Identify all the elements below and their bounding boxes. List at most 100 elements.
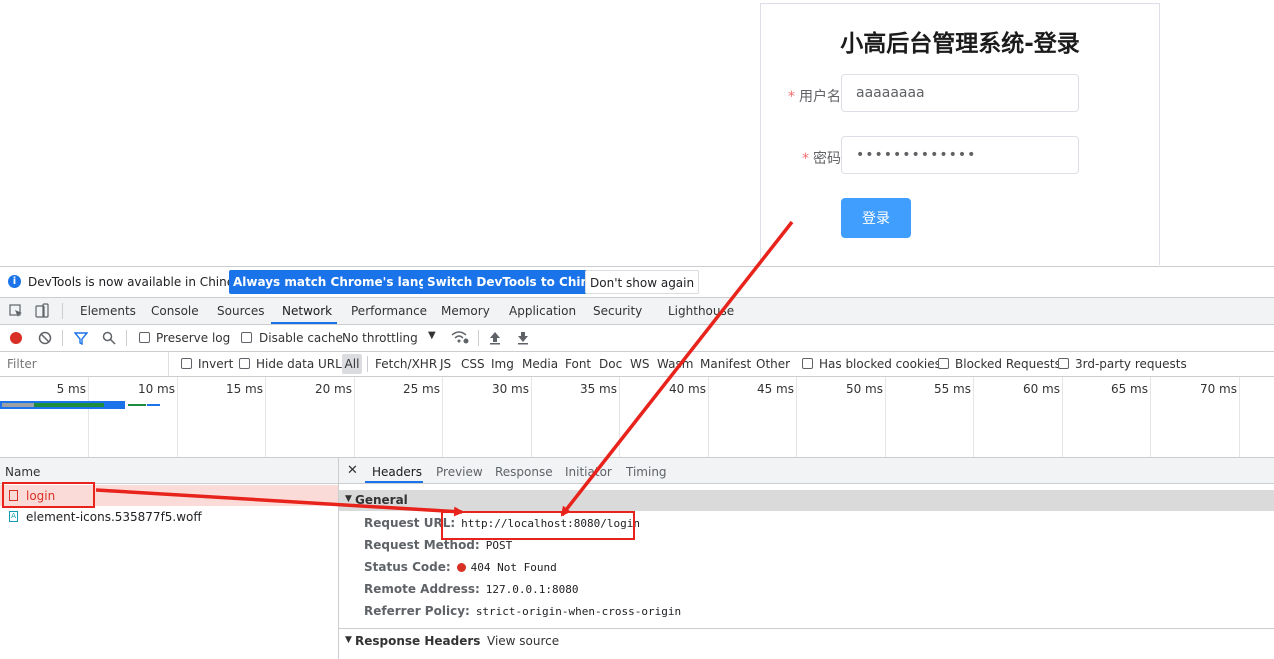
timeline-gridline: [796, 377, 797, 457]
password-label: * 密码: [771, 148, 841, 168]
details-tab-timing[interactable]: Timing: [626, 465, 667, 479]
response-headers-title: Response Headers: [355, 634, 481, 648]
timeline-request-bar: [34, 403, 104, 407]
request-row-font[interactable]: A element-icons.535877f5.woff: [0, 506, 338, 527]
timeline-tick-label: 5 ms: [56, 382, 86, 396]
details-tab-preview[interactable]: Preview: [436, 465, 483, 479]
type-filter-img[interactable]: Img: [491, 357, 514, 371]
tab-sources[interactable]: Sources: [217, 304, 264, 318]
type-filter-ws[interactable]: WS: [630, 357, 649, 371]
tab-console[interactable]: Console: [151, 304, 199, 318]
timeline-overview[interactable]: 5 ms 10 ms 15 ms 20 ms 25 ms 30 ms 35 ms…: [0, 377, 1274, 458]
timeline-tick-label: 20 ms: [314, 382, 352, 396]
tab-performance[interactable]: Performance: [351, 304, 427, 318]
timeline-request-bar: [147, 404, 160, 406]
type-filter-js[interactable]: JS: [440, 357, 451, 371]
type-filter-fetch-xhr[interactable]: Fetch/XHR: [375, 357, 437, 371]
general-section-title: General: [355, 493, 408, 507]
login-card: 小高后台管理系统-登录 * 用户名 aaaaaaaa * 密码 ••••••••••…: [760, 3, 1160, 265]
clear-icon[interactable]: [38, 331, 52, 345]
timeline-tick-label: 40 ms: [668, 382, 706, 396]
active-tab-indicator: [365, 481, 423, 483]
triangle-down-icon: ▼: [345, 635, 352, 645]
type-filter-manifest[interactable]: Manifest: [700, 357, 751, 371]
header-key: Status Code:: [364, 560, 451, 574]
third-party-checkbox[interactable]: [1058, 358, 1069, 369]
annotation-box-login-request: [2, 482, 95, 508]
login-title: 小高后台管理系统-登录: [840, 31, 1080, 57]
type-filter-doc[interactable]: Doc: [599, 357, 622, 371]
details-tabbar: ✕ Headers Preview Response Initiator Tim…: [339, 458, 1274, 484]
tab-memory[interactable]: Memory: [441, 304, 490, 318]
tab-lighthouse[interactable]: Lighthouse: [668, 304, 734, 318]
request-name: element-icons.535877f5.woff: [26, 510, 202, 524]
record-icon[interactable]: [10, 332, 22, 344]
tab-network[interactable]: Network: [282, 304, 332, 318]
device-toolbar-icon[interactable]: [34, 303, 50, 319]
required-mark: *: [802, 151, 809, 167]
hide-data-urls-checkbox[interactable]: [239, 358, 250, 369]
timeline-tick-label: 65 ms: [1110, 382, 1148, 396]
blocked-cookies-label: Has blocked cookies: [819, 357, 941, 371]
details-tab-headers[interactable]: Headers: [372, 465, 422, 479]
header-value: strict-origin-when-cross-origin: [475, 605, 682, 618]
disable-cache-label: Disable cache: [259, 331, 343, 345]
chevron-down-icon[interactable]: ▼: [428, 330, 436, 341]
general-row-status-code: Status Code: 404 Not Found: [364, 560, 557, 574]
info-icon: i: [8, 275, 21, 288]
type-filter-font[interactable]: Font: [565, 357, 591, 371]
preserve-log-checkbox[interactable]: [139, 332, 150, 343]
tab-security[interactable]: Security: [593, 304, 642, 318]
timeline-gridline: [88, 377, 89, 457]
timeline-gridline: [708, 377, 709, 457]
response-headers-section-header[interactable]: ▼ Response Headers View source: [339, 628, 1274, 650]
timeline-gridline: [531, 377, 532, 457]
network-toolbar: Preserve log Disable cache No throttling…: [0, 325, 1274, 352]
type-filter-wasm[interactable]: Wasm: [657, 357, 693, 371]
timeline-tick-label: 30 ms: [491, 382, 529, 396]
timeline-gridline: [1239, 377, 1240, 457]
type-filter-other[interactable]: Other: [756, 357, 790, 371]
blocked-requests-checkbox[interactable]: [938, 358, 949, 369]
username-input[interactable]: aaaaaaaa: [841, 74, 1079, 112]
status-error-icon: [456, 563, 466, 572]
search-icon[interactable]: [102, 331, 116, 345]
tab-elements[interactable]: Elements: [80, 304, 136, 318]
general-row-referrer-policy: Referrer Policy: strict-origin-when-cross…: [364, 604, 681, 618]
divider: [62, 303, 63, 319]
blocked-cookies-checkbox[interactable]: [802, 358, 813, 369]
filter-input[interactable]: Filter: [0, 352, 169, 376]
download-icon[interactable]: [517, 331, 529, 345]
general-section-header[interactable]: ▼ General: [339, 490, 1274, 511]
third-party-label: 3rd-party requests: [1075, 357, 1187, 371]
timeline-tick-label: 45 ms: [756, 382, 794, 396]
details-tab-initiator[interactable]: Initiator: [565, 465, 612, 479]
request-list-header[interactable]: Name: [0, 458, 338, 484]
timeline-gridline: [973, 377, 974, 457]
timeline-gridline: [1062, 377, 1063, 457]
annotation-box-request-url: [441, 511, 635, 540]
details-tab-response[interactable]: Response: [495, 465, 553, 479]
login-button[interactable]: 登录: [841, 198, 911, 238]
type-filter-media[interactable]: Media: [522, 357, 558, 371]
throttling-select[interactable]: No throttling: [342, 331, 418, 345]
general-row-request-method: Request Method: POST: [364, 538, 512, 552]
inspect-element-icon[interactable]: [9, 304, 23, 318]
name-column-header[interactable]: Name: [5, 465, 40, 479]
network-conditions-icon[interactable]: [451, 330, 469, 344]
type-filter-css[interactable]: CSS: [461, 357, 485, 371]
request-details: ✕ Headers Preview Response Initiator Tim…: [339, 458, 1274, 659]
view-source-link[interactable]: View source: [487, 634, 559, 648]
timeline-gridline: [442, 377, 443, 457]
dont-show-again-button[interactable]: Don't show again: [585, 270, 700, 294]
disable-cache-checkbox[interactable]: [241, 332, 252, 343]
close-icon[interactable]: ✕: [347, 463, 358, 478]
tab-application[interactable]: Application: [509, 304, 576, 318]
upload-icon[interactable]: [489, 331, 501, 345]
timeline-tick-label: 60 ms: [1022, 382, 1060, 396]
filter-icon[interactable]: [74, 331, 88, 345]
invert-checkbox[interactable]: [181, 358, 192, 369]
password-input[interactable]: •••••••••••••: [841, 136, 1079, 174]
type-filter-all[interactable]: All: [342, 354, 362, 374]
infobar-message: DevTools is now available in Chinese!: [28, 275, 253, 289]
